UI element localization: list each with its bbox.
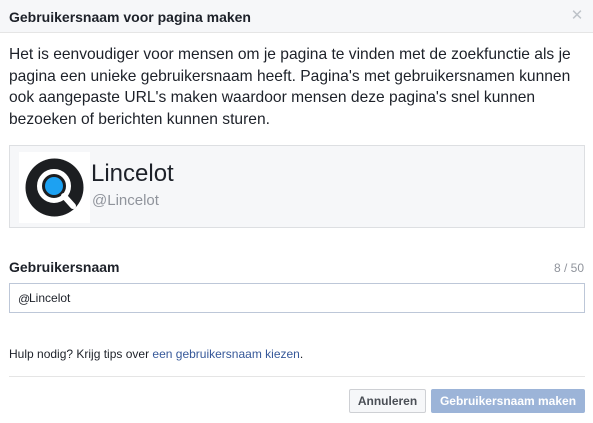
dialog-title: Gebruikersnaam voor pagina maken [9, 9, 251, 25]
create-username-dialog: Gebruikersnaam voor pagina maken ✕ Het i… [0, 0, 593, 423]
close-icon[interactable]: ✕ [570, 8, 584, 24]
avatar [19, 152, 90, 223]
username-label: Gebruikersnaam [9, 259, 120, 275]
help-text: Hulp nodig? Krijg tips over een gebruike… [9, 347, 303, 361]
username-field[interactable]: @ [9, 283, 585, 313]
cancel-button[interactable]: Annuleren [349, 389, 426, 413]
help-suffix: . [299, 347, 304, 361]
choose-username-link[interactable]: een gebruikersnaam kiezen [152, 347, 299, 361]
username-input[interactable] [29, 288, 569, 308]
create-username-button[interactable]: Gebruikersnaam maken [431, 389, 585, 413]
character-counter: 8 / 50 [553, 261, 584, 275]
intro-text: Het is eenvoudiger voor mensen om je pag… [9, 46, 571, 128]
footer-divider [9, 376, 585, 377]
dialog-header: Gebruikersnaam voor pagina maken ✕ [0, 0, 593, 33]
magnifier-logo-icon [25, 158, 84, 217]
page-name: Lincelot [91, 160, 174, 187]
page-preview-card: Lincelot @Lincelot [9, 145, 585, 228]
page-handle: @Lincelot [92, 192, 159, 209]
help-prefix: Hulp nodig? Krijg tips over [9, 347, 153, 361]
